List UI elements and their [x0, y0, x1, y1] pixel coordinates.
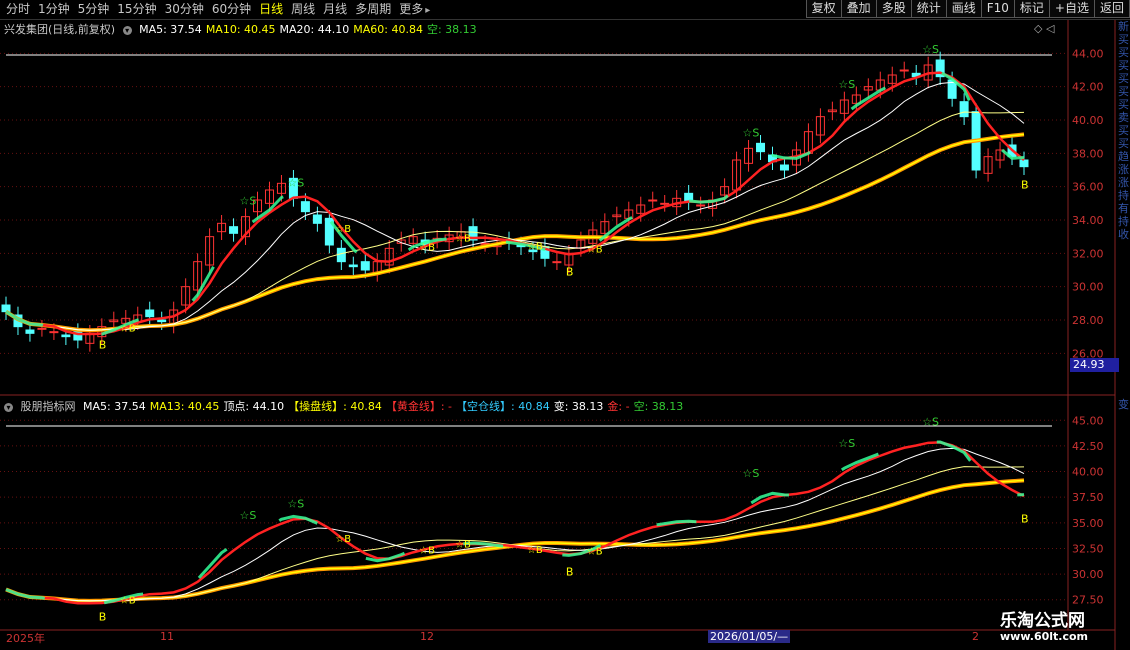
sub-ma60-line: [5, 478, 1025, 603]
buy-signal: B: [99, 611, 107, 624]
sell-signal: ☆S: [922, 43, 939, 56]
star-buy-signal: ☆B: [120, 595, 136, 606]
ma10-line: [5, 81, 1025, 331]
sub-ma10-line: [5, 447, 1025, 602]
y-tick-label: 30.00: [1072, 568, 1104, 581]
y-tick-label: 45.00: [1072, 414, 1104, 427]
x-axis-label: 2: [972, 630, 979, 643]
candle-body: [61, 334, 71, 338]
star-buy-signal: ☆B: [587, 547, 603, 558]
star-buy-signal: ☆B: [335, 534, 351, 545]
sub-ma5-line: [5, 441, 1025, 605]
candle-body: [25, 329, 35, 334]
star-buy-signal: ☆B: [455, 540, 471, 551]
y-tick-label: 34.00: [1072, 214, 1104, 227]
buy-signal: B: [1021, 512, 1029, 525]
star-buy-signal: ☆B: [587, 245, 603, 256]
y-tick-label: 32.00: [1072, 247, 1104, 260]
ma5-line: [5, 71, 1025, 336]
ma20-line: [5, 111, 1025, 331]
y-tick-label: 38.00: [1072, 147, 1104, 160]
candle-body: [552, 261, 562, 264]
sell-signal: ☆S: [743, 126, 760, 139]
candle-body: [336, 247, 346, 263]
candle-body: [360, 261, 370, 271]
y-tick-label: 36.00: [1072, 181, 1104, 194]
candle-body: [145, 309, 155, 318]
x-axis-label: 11: [160, 630, 174, 643]
sell-signal: ☆S: [838, 437, 855, 450]
chart-canvas[interactable]: 44.00 42.00 40.00 38.00 36.00 34.00 32.00 30.00…: [0, 0, 1130, 650]
buy-signal: B: [566, 265, 574, 278]
sell-signal: ☆S: [240, 195, 257, 208]
star-buy-signal: ☆B: [455, 233, 471, 244]
y-tick-label: 37.50: [1072, 491, 1104, 504]
y-tick-label: 28.00: [1072, 314, 1104, 327]
y-tick-label: 40.00: [1072, 114, 1104, 127]
sell-signal: ☆S: [922, 416, 939, 429]
candle-body: [959, 101, 969, 118]
x-axis-label: 12: [420, 630, 434, 643]
watermark-url: www.60lt.com: [1000, 630, 1089, 643]
y-tick-label: 32.50: [1072, 542, 1104, 555]
sub-ma20-line: [5, 466, 1025, 602]
buy-signal: B: [99, 339, 107, 352]
candle-body: [660, 202, 670, 205]
y-tick-label: 30.00: [1072, 281, 1104, 294]
star-buy-signal: ☆B: [335, 224, 351, 235]
candle-body: [779, 164, 789, 171]
star-buy-signal: ☆B: [419, 545, 435, 556]
y-tick-label: 42.50: [1072, 440, 1104, 453]
candle-body: [37, 327, 47, 330]
sell-signal: ☆S: [743, 467, 760, 480]
side-signal-text: 新买买买买买买卖买买趋涨涨持有持收: [1118, 20, 1129, 241]
candle-body: [696, 204, 706, 207]
ma60-line: [4, 132, 1025, 333]
candle-body: [312, 214, 322, 224]
candle-body: [756, 142, 766, 153]
y-tick-label: 35.00: [1072, 517, 1104, 530]
y-tick-label: 27.50: [1072, 594, 1104, 607]
cursor-date: 2026/01/05/—: [708, 630, 791, 643]
sell-signal: ☆S: [287, 176, 304, 189]
candle-body: [49, 331, 59, 334]
star-buy-signal: ☆B: [419, 242, 435, 253]
star-buy-signal: ☆B: [527, 242, 543, 253]
sell-signal: ☆S: [240, 509, 257, 522]
candle-body: [300, 201, 310, 213]
current-price-label: 24.93: [1070, 358, 1119, 372]
buy-signal: B: [1021, 179, 1029, 192]
y-tick-label: 40.00: [1072, 466, 1104, 479]
star-buy-signal: ☆B: [527, 545, 543, 556]
y-tick-label: 44.00: [1072, 47, 1104, 60]
sub-ma60-inner: [5, 479, 1025, 602]
sub-empty-line: [5, 440, 1025, 606]
watermark-title: 乐淘公式网: [1000, 611, 1085, 631]
x-axis-label: 2025年: [6, 632, 45, 645]
sell-signal: ☆S: [838, 78, 855, 91]
candle-body: [1, 304, 11, 313]
candle-body: [648, 199, 658, 202]
sell-signal: ☆S: [287, 498, 304, 511]
y-tick-label: 42.00: [1072, 81, 1104, 94]
candle-body: [899, 69, 909, 72]
candle-body: [348, 264, 358, 268]
candle-body: [229, 226, 239, 234]
candle-body: [1019, 159, 1029, 168]
star-buy-signal: ☆B: [120, 324, 136, 335]
side-signal-text-bottom: 变: [1118, 398, 1129, 411]
empty-position-line: [5, 70, 1025, 337]
ma60-line-inner: [5, 133, 1025, 331]
candle-body: [157, 319, 167, 323]
buy-signal: B: [566, 566, 574, 579]
